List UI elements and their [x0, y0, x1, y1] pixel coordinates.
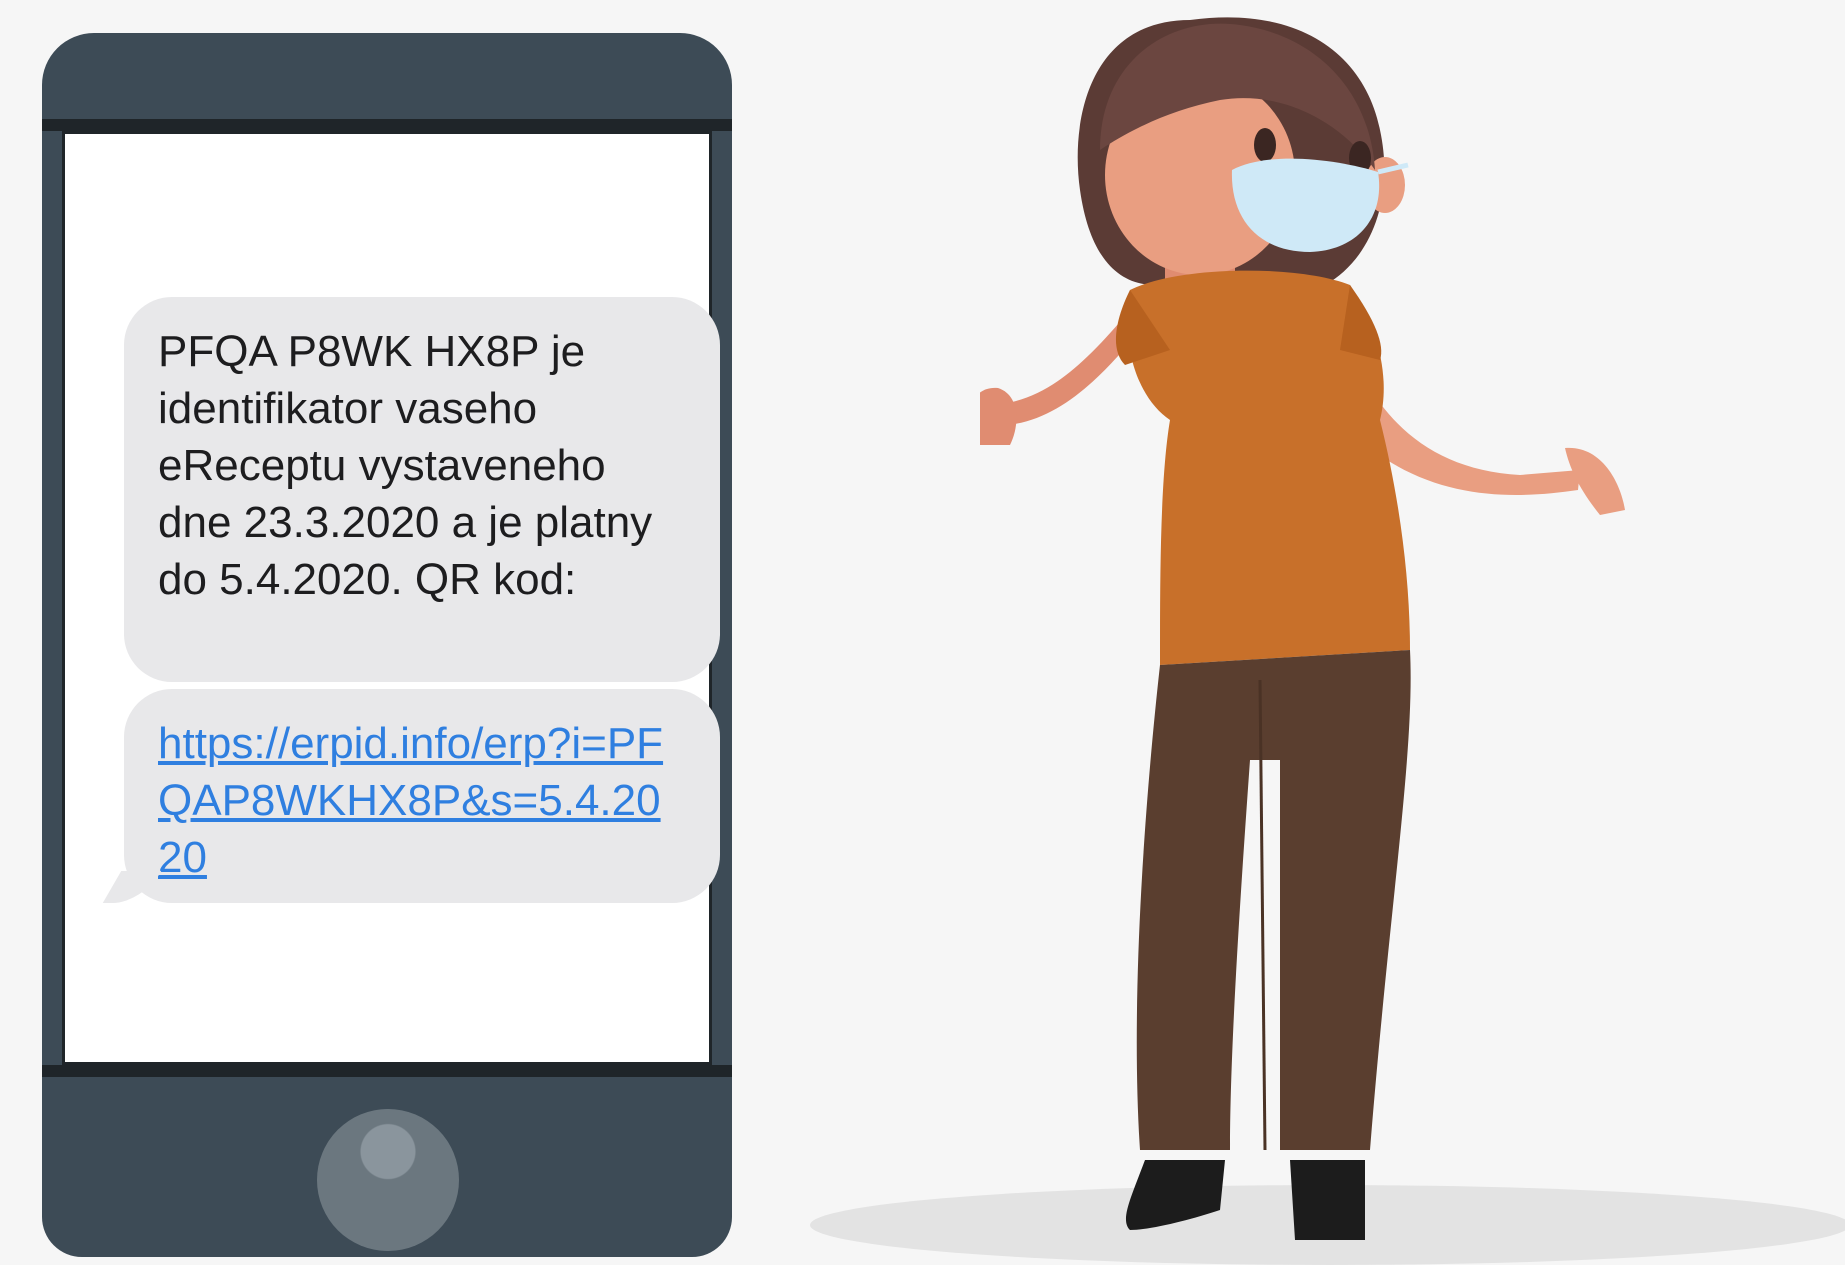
sms-message-text: PFQA P8WK HX8P je identifikator vaseho e… — [158, 327, 653, 604]
erecept-link[interactable]: https://erpid.info/erp?i=PFQAP8WKHX8P&s=… — [158, 715, 678, 886]
phone-illustration: PFQA P8WK HX8P je identifikator vaseho e… — [42, 33, 732, 1257]
woman-with-face-mask-illustration — [980, 17, 1625, 1240]
phone-bottom-band — [42, 1065, 732, 1077]
sms-message-bubble: PFQA P8WK HX8P je identifikator vaseho e… — [124, 297, 720, 682]
phone-top-band — [42, 119, 732, 131]
sms-link-bubble: https://erpid.info/erp?i=PFQAP8WKHX8P&s=… — [102, 689, 720, 903]
home-button-icon — [317, 1109, 459, 1251]
